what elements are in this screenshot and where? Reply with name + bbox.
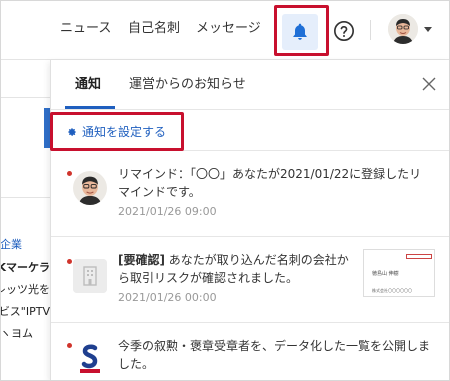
notification-timestamp: 2021/01/26 09:00 <box>118 205 217 218</box>
building-icon <box>73 259 107 293</box>
bg-text: Kマーケラ <box>0 261 50 274</box>
bg-divider <box>0 197 50 198</box>
sender-avatar <box>73 171 107 205</box>
sansan-logo-icon <box>75 341 105 377</box>
bg-text: ヽヨム <box>0 327 33 340</box>
bell-highlight-box <box>274 5 329 56</box>
bg-divider <box>0 97 50 98</box>
background-page: 企業 Kマーケラ レッツ光を ビス"IPTV ヽヨム <box>0 61 50 381</box>
sansan-logo <box>75 341 105 377</box>
notification-message: [要確認] あなたが取り込んだ名刺の会社から取引リスクが確認されました。 <box>118 251 358 287</box>
card-stamp <box>406 254 432 259</box>
bg-text: ビス"IPTV <box>0 305 50 318</box>
close-icon[interactable] <box>421 76 437 92</box>
tab-notifications[interactable]: 通知 <box>75 76 101 94</box>
top-navigation-bar: ニュース 自己名刺 メッセージ <box>0 0 450 60</box>
card-company: 株式会社〇〇〇〇〇〇 <box>372 288 412 293</box>
nav-link-profile[interactable]: 自己名刺 <box>128 20 180 38</box>
notification-message: リマインド：「〇〇」あなたが2021/01/22に登録したリマインドです。 <box>118 167 422 199</box>
bg-text: レッツ光を <box>0 283 50 296</box>
nav-link-messages[interactable]: メッセージ <box>196 20 261 38</box>
notification-timestamp: 2021/01/26 00:00 <box>118 291 217 304</box>
business-card-thumbnail: 徳島山 伸樹 株式会社〇〇〇〇〇〇 <box>363 249 435 297</box>
notification-item[interactable]: [要確認] あなたが取り込んだ名刺の会社から取引リスクが確認されました。 202… <box>51 237 450 323</box>
active-tab-indicator <box>65 106 115 109</box>
notification-message: 今季の叙勲・褒章受章者を、データ化した一覧を公開しました。 <box>118 339 431 371</box>
nav-divider <box>370 20 371 40</box>
help-icon[interactable] <box>333 20 355 42</box>
settings-highlight-box <box>50 112 184 151</box>
tab-announcements[interactable]: 運営からのお知らせ <box>129 76 246 94</box>
user-photo-icon <box>388 14 418 44</box>
unread-dot <box>67 171 72 176</box>
nav-link-news[interactable]: ニュース <box>60 20 111 38</box>
user-avatar[interactable] <box>388 14 418 44</box>
bg-text: 企業 <box>0 238 22 251</box>
notification-item[interactable]: リマインド：「〇〇」あなたが2021/01/22に登録したリマインドです。 20… <box>51 151 450 237</box>
unread-dot <box>67 259 72 264</box>
notification-tag: [要確認] <box>118 253 165 267</box>
notification-item[interactable]: 今季の叙勲・褒章受章者を、データ化した一覧を公開しました。 <box>51 323 450 381</box>
person-photo-icon <box>73 171 107 205</box>
unread-dot <box>67 343 72 348</box>
panel-tabs: 通知 運営からのお知らせ <box>51 60 450 110</box>
company-placeholder <box>73 259 107 293</box>
notification-panel: 通知 運営からのお知らせ 通知を設定する リマインド：「〇〇」あなたが2021/… <box>50 60 450 381</box>
card-name: 徳島山 伸樹 <box>372 271 399 277</box>
account-menu-caret[interactable] <box>424 27 432 32</box>
